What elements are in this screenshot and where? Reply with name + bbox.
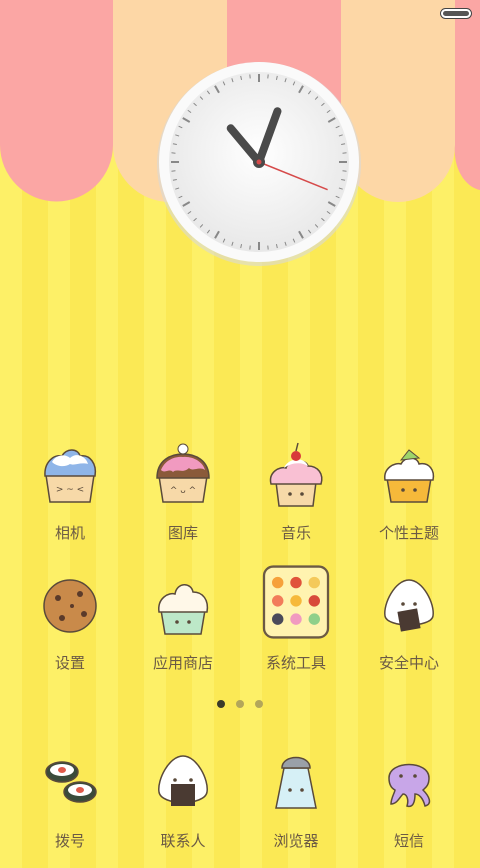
page-dot-2[interactable] [236, 700, 244, 708]
dock-messages[interactable]: 短信 [353, 748, 465, 868]
app-label: 安全中心 [353, 652, 465, 673]
blue-cupcake-icon: > ~ < [40, 440, 100, 510]
app-label: 浏览器 [240, 830, 352, 851]
app-label: 相机 [14, 522, 126, 543]
app-label: 系统工具 [240, 652, 352, 673]
dock-browser[interactable]: 浏览器 [240, 748, 352, 868]
svg-text:^ ᴗ ^: ^ ᴗ ^ [170, 486, 196, 496]
app-camera[interactable]: > ~ < 相机 [14, 440, 126, 560]
app-label: 应用商店 [127, 652, 239, 673]
app-gallery[interactable]: ^ ᴗ ^ 图库 [127, 440, 239, 560]
page-dot-3[interactable] [255, 700, 263, 708]
app-label: 音乐 [240, 522, 352, 543]
app-store[interactable]: 应用商店 [127, 570, 239, 690]
svg-text:> ~ <: > ~ < [56, 485, 84, 495]
app-label: 联系人 [127, 830, 239, 851]
onigiri-icon [379, 570, 439, 640]
battery-icon [440, 8, 472, 19]
dock-contacts[interactable]: 联系人 [127, 748, 239, 868]
sushi-icon [40, 748, 100, 818]
cherry-cupcake-icon [266, 440, 326, 510]
app-themes[interactable]: 个性主题 [353, 440, 465, 560]
app-music[interactable]: 音乐 [240, 440, 352, 560]
app-folder-tools[interactable]: 系统工具 [240, 570, 352, 690]
page-indicator[interactable] [0, 700, 480, 710]
riceball-icon [153, 748, 213, 818]
folder-icon [256, 562, 336, 642]
app-label: 设置 [14, 652, 126, 673]
app-settings[interactable]: 设置 [14, 570, 126, 690]
app-label: 个性主题 [353, 522, 465, 543]
mint-cupcake-icon [153, 570, 213, 640]
page-dot-1[interactable] [217, 700, 225, 708]
app-security[interactable]: 安全中心 [353, 570, 465, 690]
app-label: 短信 [353, 830, 465, 851]
app-label: 图库 [127, 522, 239, 543]
dock-dialer[interactable]: 拨号 [14, 748, 126, 868]
salt-shaker-icon [266, 748, 326, 818]
dock: 拨号 联系人 浏览器 短信 [0, 740, 480, 853]
cookie-icon [40, 570, 100, 640]
octopus-icon [379, 748, 439, 818]
analog-clock-widget[interactable] [155, 60, 363, 268]
app-label: 拨号 [14, 830, 126, 851]
lime-cupcake-icon [379, 440, 439, 510]
pink-muffin-icon: ^ ᴗ ^ [153, 440, 213, 510]
